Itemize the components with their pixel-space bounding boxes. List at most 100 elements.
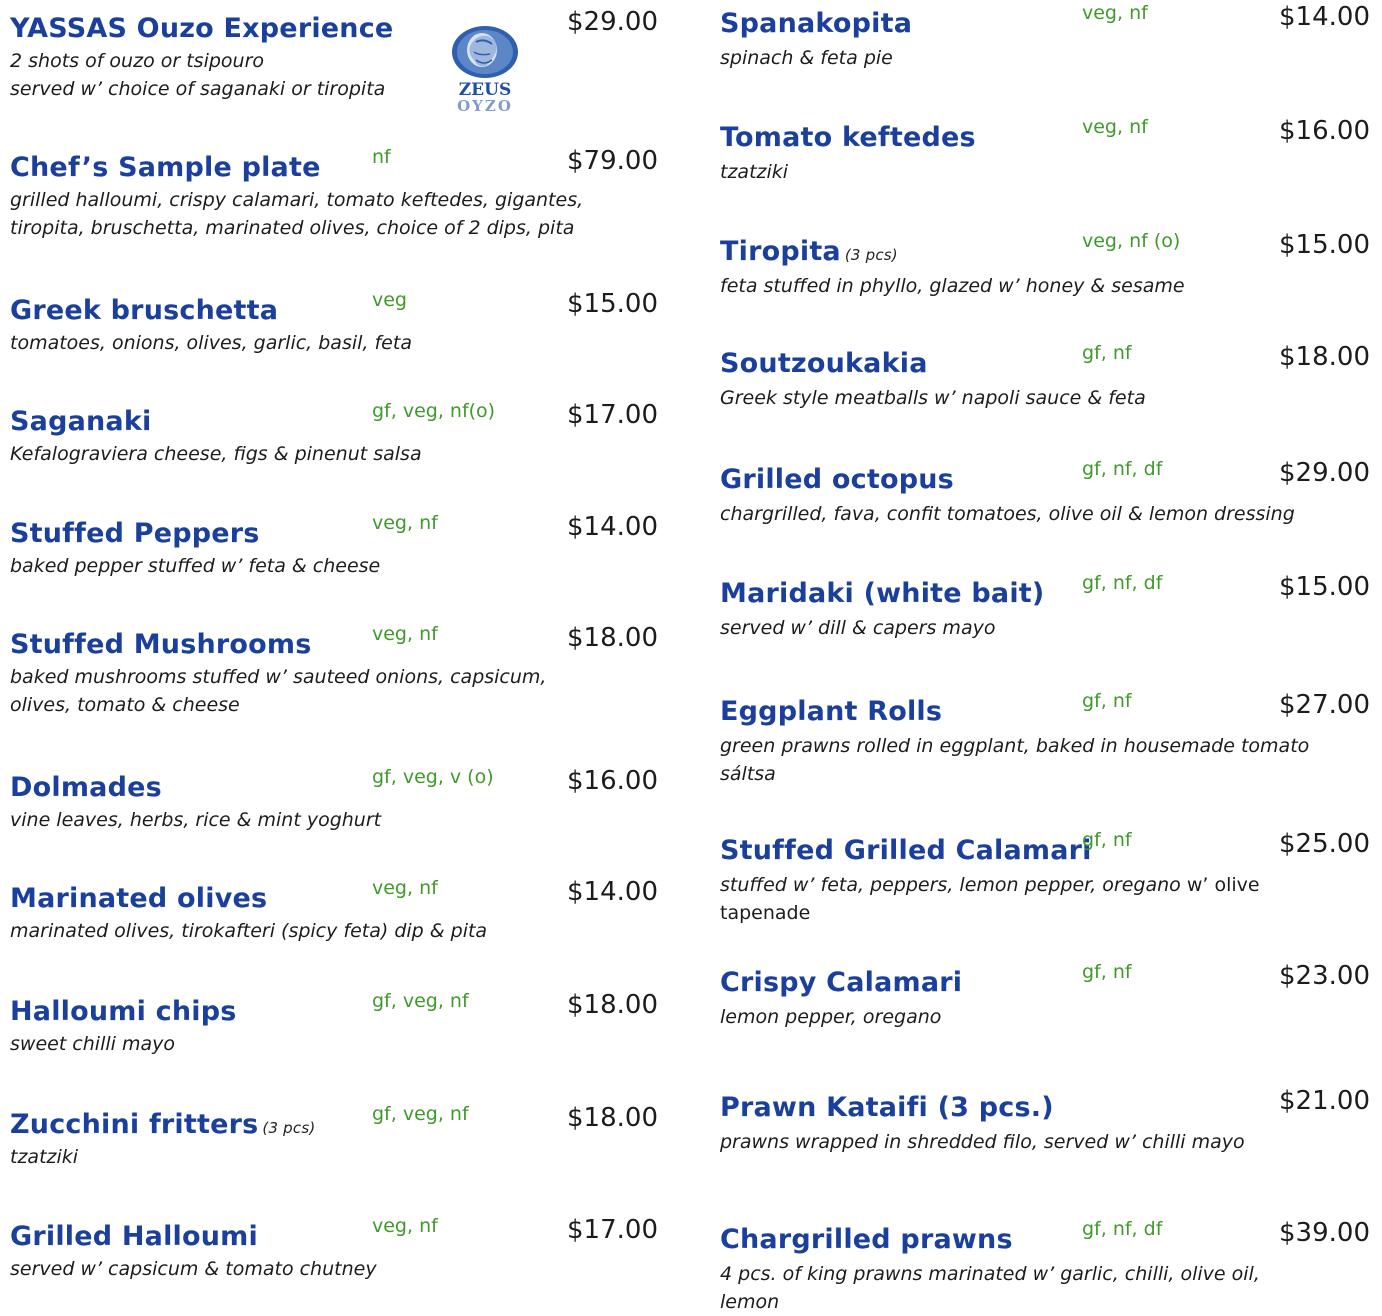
description-text: marinated olives, tirokafteri (spicy fet… (10, 920, 488, 942)
menu-item-description: tzatziki (720, 158, 1370, 186)
dietary-tags: gf, veg, nf (372, 990, 469, 1012)
description-text: tomatoes, onions, olives, garlic, basil,… (10, 332, 412, 354)
menu-item-description: 2 shots of ouzo or tsipouro served w’ ch… (10, 47, 658, 103)
menu-item-title: Eggplant Rolls (720, 696, 942, 727)
menu-item-description: 4 pcs. of king prawns marinated w’ garli… (720, 1260, 1370, 1316)
menu-item-price: $14.00 (567, 512, 658, 542)
menu-item-name: Prawn Kataifi (3 pcs.) (720, 1092, 1054, 1123)
menu-item-title: Stuffed Mushrooms (10, 629, 312, 660)
dietary-tags: veg, nf (1082, 2, 1148, 24)
menu-item-title: Dolmades (10, 772, 162, 803)
dietary-tags: gf, nf, df (1082, 1218, 1163, 1240)
description-text: prawns wrapped in shredded filo, served … (720, 1131, 1245, 1153)
menu-item-name: Eggplant Rolls (720, 696, 943, 727)
dietary-tags: veg, nf (1082, 116, 1148, 138)
zeus-ouzo-logo: ZEUS OYZO (440, 26, 530, 116)
description-text: chargrilled, fava, confit tomatoes, oliv… (720, 503, 1295, 525)
dietary-tags: nf (372, 146, 391, 168)
menu-item-name: Marinated olives (10, 883, 268, 914)
logo-text-zeus: ZEUS (458, 80, 512, 100)
dietary-tags: veg, nf (372, 512, 438, 534)
menu-item-price: $15.00 (567, 289, 658, 319)
menu-item-name: Zucchini fritters (10, 1109, 259, 1140)
menu-item-description: baked mushrooms stuffed w’ sauteed onion… (10, 663, 658, 719)
menu-item-description: stuffed w’ feta, peppers, lemon pepper, … (720, 871, 1370, 927)
menu-item-name: Chargrilled prawns (720, 1224, 1013, 1255)
menu-item-name: Soutzoukakia (720, 348, 928, 379)
description-text: served w’ dill & capers mayo (720, 617, 996, 639)
dietary-tags: gf, veg, nf (372, 1103, 469, 1125)
menu-item-price: $18.00 (1279, 342, 1370, 372)
menu-item-title: Soutzoukakia (720, 348, 928, 379)
menu-item-title: Maridaki (white bait) (720, 578, 1044, 609)
description-text: stuffed w’ feta, peppers, lemon pepper, … (720, 874, 1181, 896)
menu-item-description: green prawns rolled in eggplant, baked i… (720, 732, 1370, 788)
menu-item-price: $18.00 (567, 1103, 658, 1133)
menu-item-quantity: (3 pcs) (262, 1119, 316, 1137)
dietary-tags: veg, nf (372, 877, 438, 899)
menu-item-description: spinach & feta pie (720, 44, 1370, 72)
menu-item-price: $15.00 (1279, 572, 1370, 602)
description-text: lemon pepper, oregano (720, 1006, 942, 1028)
menu-item-name: Stuffed Grilled Calamari (720, 835, 1092, 866)
menu-item-description: grilled halloumi, crispy calamari, tomat… (10, 186, 658, 242)
menu-item-price: $18.00 (567, 623, 658, 653)
menu-item-description: served w’ dill & capers mayo (720, 614, 1370, 642)
menu-item-price: $29.00 (1279, 458, 1370, 488)
menu-item-description: vine leaves, herbs, rice & mint yoghurt (10, 806, 658, 834)
description-text: Greek style meatballs w’ napoli sauce & … (720, 387, 1146, 409)
menu-item-price: $14.00 (567, 877, 658, 907)
menu-item-price: $15.00 (1279, 230, 1370, 260)
dietary-tags: gf, nf, df (1082, 572, 1163, 594)
menu-item-price: $27.00 (1279, 690, 1370, 720)
description-text: vine leaves, herbs, rice & mint yoghurt (10, 809, 382, 831)
dietary-tags: veg, nf (372, 1215, 438, 1237)
menu-item-title: Chargrilled prawns (720, 1224, 1013, 1255)
menu-item-price: $17.00 (567, 1215, 658, 1245)
menu-item-description: chargrilled, fava, confit tomatoes, oliv… (720, 500, 1370, 528)
menu-item-price: $17.00 (567, 400, 658, 430)
menu-item-description: feta stuffed in phyllo, glazed w’ honey … (720, 272, 1370, 300)
menu-item-name: Dolmades (10, 772, 162, 803)
menu-item-title: Stuffed Peppers (10, 518, 260, 549)
menu-item-title: Grilled octopus (720, 464, 954, 495)
menu-item-description: lemon pepper, oregano (720, 1003, 1370, 1031)
menu-item-title: Crispy Calamari (720, 967, 962, 998)
menu-item-name: Stuffed Peppers (10, 518, 260, 549)
description-text: green prawns rolled in eggplant, baked i… (720, 735, 1310, 785)
menu-item-title: Tomato keftedes (720, 122, 976, 153)
menu-item-title: Chef’s Sample plate (10, 152, 321, 183)
menu-item-quantity: (3 pcs) (844, 246, 898, 264)
menu-item-description: marinated olives, tirokafteri (spicy fet… (10, 917, 658, 945)
menu-item-title: Marinated olives (10, 883, 267, 914)
menu-item-title: Zucchini fritters (3 pcs) (10, 1109, 315, 1140)
description-text: feta stuffed in phyllo, glazed w’ honey … (720, 275, 1185, 297)
menu-item-name: Greek bruschetta (10, 295, 279, 326)
menu-item-name: Crispy Calamari (720, 967, 963, 998)
menu-item-price: $29.00 (567, 7, 658, 37)
dietary-tags: veg (372, 289, 407, 311)
menu-item-title: Stuffed Grilled Calamari (720, 835, 1092, 866)
menu-item-title: Greek bruschetta (10, 295, 278, 326)
description-text: spinach & feta pie (720, 47, 893, 69)
menu-item-name: Saganaki (10, 406, 152, 437)
menu-item-description: tomatoes, onions, olives, garlic, basil,… (10, 329, 658, 357)
menu-item-name: Maridaki (white bait) (720, 578, 1045, 609)
description-text: tzatziki (720, 161, 789, 183)
menu-item-name: Stuffed Mushrooms (10, 629, 312, 660)
menu-item-title: Spanakopita (720, 8, 912, 39)
dietary-tags: gf, veg, v (o) (372, 766, 494, 788)
menu-item-name: Halloumi chips (10, 996, 237, 1027)
menu-item-description: Kefalograviera cheese, figs & pinenut sa… (10, 440, 658, 468)
menu-item-price: $25.00 (1279, 829, 1370, 859)
menu-item-price: $16.00 (567, 766, 658, 796)
description-text: 4 pcs. of king prawns marinated w’ garli… (720, 1263, 1260, 1313)
menu-item-description: baked pepper stuffed w’ feta & cheese (10, 552, 658, 580)
description-text: grilled halloumi, crispy calamari, tomat… (10, 189, 584, 239)
dietary-tags: gf, veg, nf(o) (372, 400, 496, 422)
dietary-tags: gf, nf (1082, 829, 1132, 851)
menu-item-description: Greek style meatballs w’ napoli sauce & … (720, 384, 1370, 412)
menu-item-description: tzatziki (10, 1143, 658, 1171)
menu-item-price: $14.00 (1279, 2, 1370, 32)
menu-item-title: YASSAS Ouzo Experience (10, 13, 393, 44)
